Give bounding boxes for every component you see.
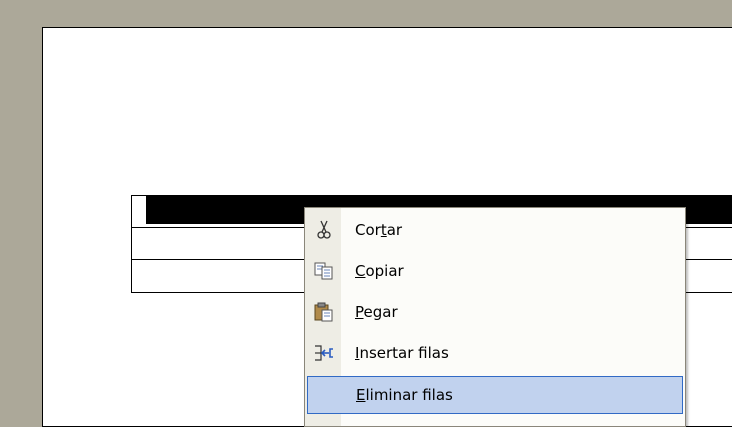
menu-item-cortar[interactable]: Cortar	[307, 211, 683, 249]
menu-item-label: Copiar	[355, 262, 404, 280]
menu-item-label: Insertar filas	[355, 344, 449, 362]
menu-item-label: Pegar	[355, 303, 398, 321]
menu-item-eliminar-filas[interactable]: Eliminar filas	[307, 376, 683, 414]
context-menu: Cortar Copiar Pegar Insertar filas Elimi…	[304, 207, 686, 427]
menu-item-copiar[interactable]: Copiar	[307, 252, 683, 290]
scissors-icon	[307, 211, 341, 249]
menu-item-label: Cortar	[355, 221, 403, 239]
menu-item-label: Eliminar filas	[356, 386, 453, 404]
menu-item-insertar-filas[interactable]: Insertar filas	[307, 334, 683, 372]
menu-item-icon-slot	[308, 376, 342, 414]
copy-icon	[307, 252, 341, 290]
menu-item-pegar[interactable]: Pegar	[307, 293, 683, 331]
insert-rows-icon	[307, 334, 341, 372]
paste-icon	[307, 293, 341, 331]
